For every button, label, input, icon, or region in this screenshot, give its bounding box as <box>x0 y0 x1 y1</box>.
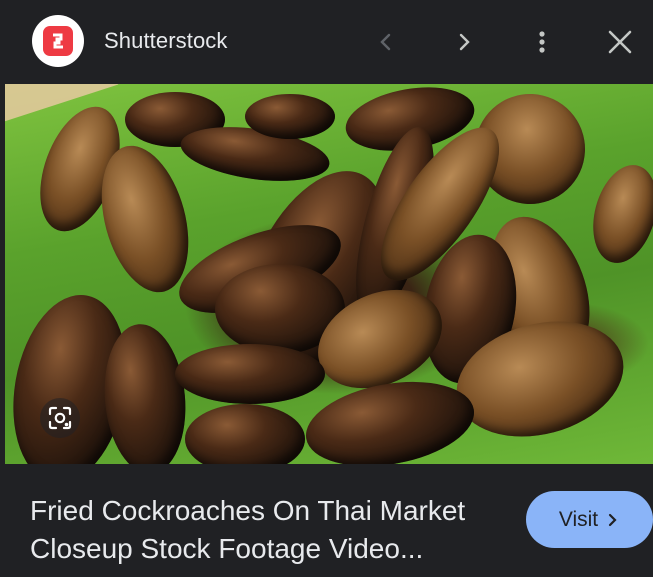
chevron-right-icon <box>609 513 617 526</box>
preview-header: Shutterstock <box>0 0 653 84</box>
preview-image[interactable] <box>5 84 653 464</box>
more-options-button[interactable] <box>524 24 560 60</box>
lens-search-button[interactable] <box>40 398 80 438</box>
result-title-line: Fried Cockroaches On Thai Market <box>30 495 466 526</box>
close-button[interactable] <box>602 24 638 60</box>
insect <box>245 94 335 139</box>
insect <box>185 404 305 464</box>
next-button[interactable] <box>446 24 482 60</box>
visit-button[interactable]: Visit <box>526 491 653 548</box>
insect <box>175 344 325 404</box>
result-title-line: Closeup Stock Footage Video... <box>30 533 424 564</box>
insect <box>583 157 653 271</box>
visit-label: Visit <box>558 507 599 531</box>
result-title[interactable]: Fried Cockroaches On Thai Market Closeup… <box>30 492 500 568</box>
chevron-right-icon <box>459 33 470 51</box>
insect <box>299 369 481 464</box>
more-vert-icon <box>539 31 545 53</box>
shutterstock-logo-icon[interactable] <box>32 15 84 67</box>
source-name[interactable]: Shutterstock <box>104 28 227 54</box>
previous-button[interactable] <box>368 24 404 60</box>
close-icon <box>608 30 632 54</box>
google-lens-icon <box>48 406 72 430</box>
chevron-left-icon <box>380 33 391 51</box>
